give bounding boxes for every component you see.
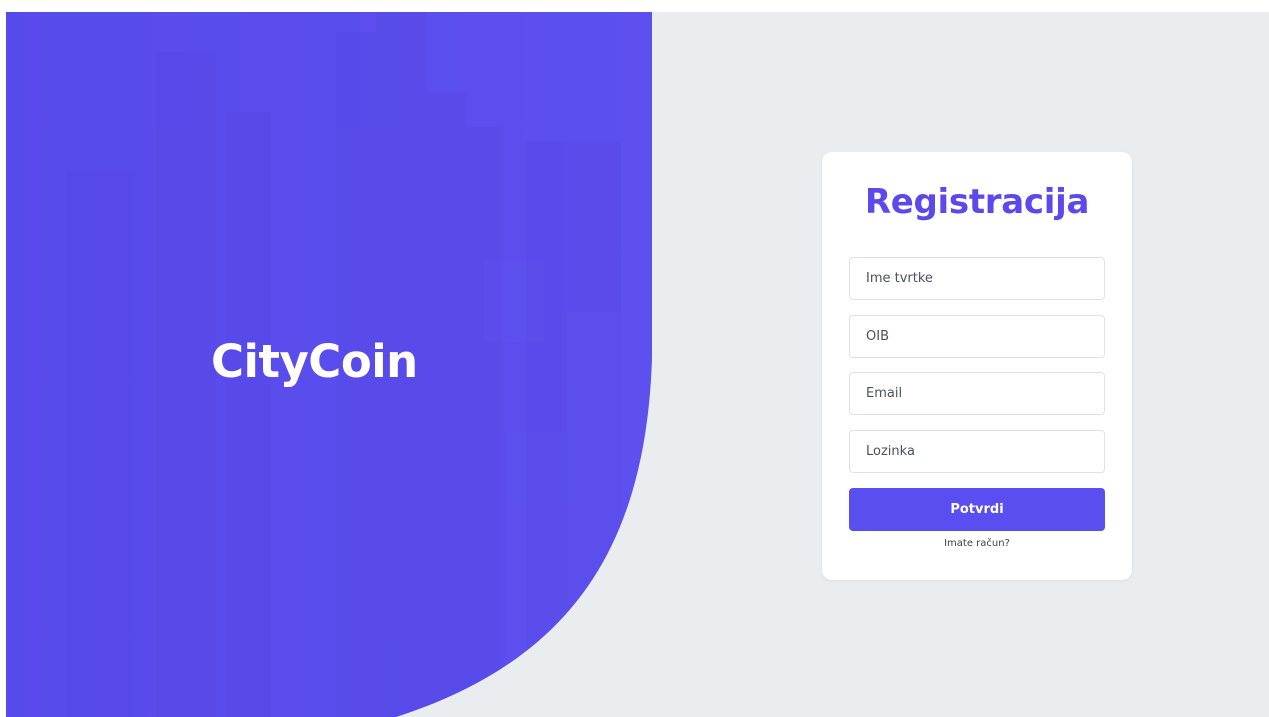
email-input[interactable] bbox=[849, 372, 1105, 415]
registration-page: CityCoin Registracija Potvrdi Imate raču… bbox=[6, 12, 1269, 717]
oib-input[interactable] bbox=[849, 315, 1105, 358]
company-name-input[interactable] bbox=[849, 257, 1105, 300]
password-input[interactable] bbox=[849, 430, 1105, 473]
registration-card: Registracija Potvrdi Imate račun? bbox=[822, 152, 1132, 580]
form-title: Registracija bbox=[864, 182, 1090, 222]
submit-button[interactable]: Potvrdi bbox=[849, 488, 1105, 531]
have-account-link[interactable]: Imate račun? bbox=[822, 538, 1132, 549]
hero-panel: CityCoin bbox=[6, 12, 652, 717]
brand-logo-text: CityCoin bbox=[211, 335, 418, 388]
